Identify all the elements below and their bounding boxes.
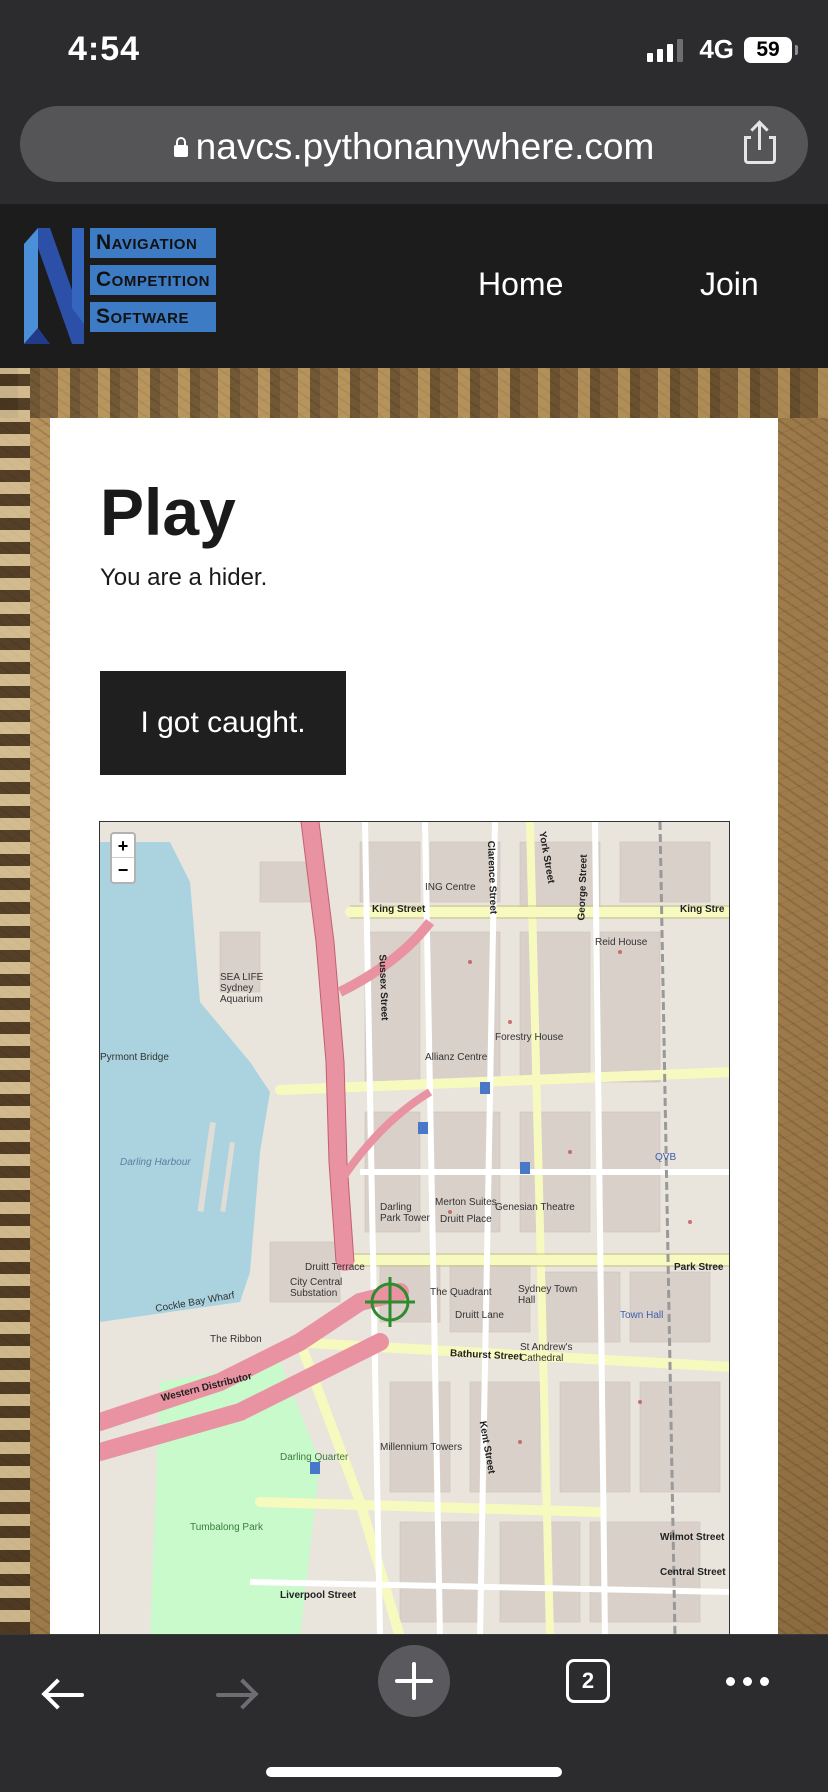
map-label: The Quadrant (430, 1287, 492, 1298)
map-label: Darling Quarter (280, 1452, 349, 1463)
zoom-in-button[interactable]: + (112, 834, 134, 858)
map-label: Forestry House (495, 1032, 564, 1043)
map-label: Town Hall (620, 1310, 664, 1321)
map-label: Genesian Theatre (495, 1202, 575, 1213)
logo-mark-icon (24, 228, 84, 344)
map-label: King Street (372, 904, 426, 915)
back-arrow-icon[interactable] (40, 1675, 86, 1715)
url-bar[interactable]: navcs.pythonanywhere.com (20, 106, 808, 182)
nav-home-link[interactable]: Home (478, 266, 563, 303)
site-logo[interactable]: Navigation Competition Software (24, 228, 254, 348)
map-label: Sussex Street (376, 954, 390, 1021)
map-label: Wilmot Street (660, 1532, 725, 1543)
map-label: Millennium Towers (380, 1442, 463, 1453)
role-text: You are a hider. (100, 564, 268, 591)
map-label: Allianz Centre (425, 1052, 488, 1063)
logo-line-2: Competition (90, 265, 216, 295)
content-card: Play You are a hider. I got caught. + − … (50, 418, 778, 1658)
map-label: Pyrmont Bridge (100, 1052, 169, 1063)
more-dots-icon[interactable] (726, 1677, 769, 1686)
map-label: Merton Suites (435, 1197, 497, 1208)
map-label: Liverpool Street (280, 1590, 357, 1601)
map-label: Reid House (595, 937, 648, 948)
map-zoom-control[interactable]: + − (110, 832, 136, 884)
status-indicators: 4G 59 (647, 34, 798, 65)
status-time: 4:54 (68, 30, 141, 68)
network-label: 4G (699, 34, 734, 64)
map-label: Darling Park Tower (380, 1202, 430, 1224)
map-label: George Street (576, 854, 590, 921)
browser-toolbar: 2 (0, 1634, 828, 1792)
lock-icon (173, 137, 188, 157)
map-label: Tumbalong Park (190, 1522, 263, 1533)
logo-wordmark: Navigation Competition Software (90, 228, 216, 339)
map-label: City Central Substation (290, 1277, 343, 1299)
map-view[interactable]: + − King Street King Stre Bathurst Stree… (99, 821, 730, 1636)
caught-button[interactable]: I got caught. (100, 671, 346, 775)
url-display[interactable]: navcs.pythonanywhere.com (20, 126, 808, 168)
map-label: St Andrew's Cathedral (520, 1342, 573, 1364)
home-indicator (266, 1767, 562, 1777)
page-title: Play (100, 475, 236, 549)
nav-join-link[interactable]: Join (700, 266, 759, 303)
map-label: Druitt Lane (455, 1310, 504, 1321)
map-label: Darling Harbour (120, 1157, 191, 1168)
map-label: Druitt Terrace (305, 1262, 365, 1273)
map-label: Park Stree (674, 1262, 724, 1273)
logo-line-1: Navigation (90, 228, 216, 258)
zoom-out-button[interactable]: − (112, 858, 134, 882)
signal-icon (647, 38, 684, 62)
map-label: SEA LIFE Sydney Aquarium (220, 972, 264, 1005)
url-text: navcs.pythonanywhere.com (195, 126, 655, 167)
map-label: The Ribbon (210, 1334, 262, 1345)
site-header: Navigation Competition Software Home Joi… (0, 204, 828, 368)
map-label: Druitt Place (440, 1214, 492, 1225)
map-label: Sydney Town Hall (518, 1284, 578, 1306)
browser-url-area: navcs.pythonanywhere.com (0, 100, 828, 204)
map-label: ING Centre (425, 882, 476, 893)
status-bar: 4:54 4G 59 (0, 0, 828, 100)
map-label: QVB (655, 1152, 677, 1163)
forward-arrow-icon[interactable] (214, 1675, 260, 1715)
map-label: Central Street (660, 1567, 726, 1578)
tabs-button[interactable]: 2 (566, 1659, 610, 1703)
share-icon[interactable] (740, 122, 780, 166)
map-label: King Stre (680, 904, 725, 915)
new-tab-plus-icon[interactable] (378, 1645, 450, 1717)
battery-icon: 59 (744, 36, 798, 63)
logo-line-3: Software (90, 302, 216, 332)
